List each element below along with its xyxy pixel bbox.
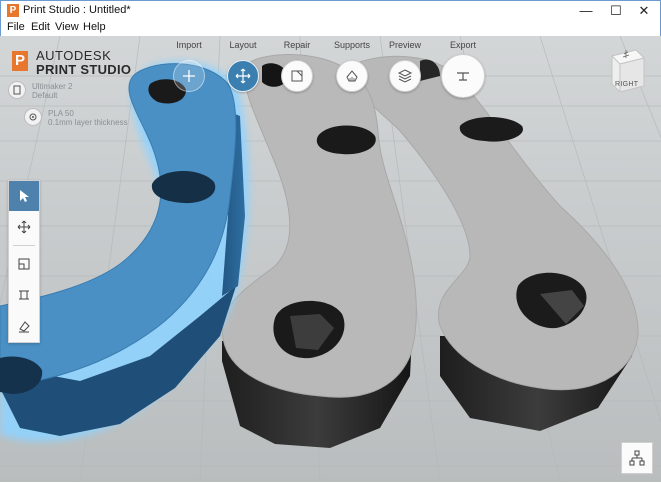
preview-button[interactable] <box>389 60 421 92</box>
move-icon <box>235 68 251 84</box>
brand-product: PRINT STUDIO <box>36 62 132 77</box>
print-settings-button[interactable] <box>24 108 42 126</box>
brand-company: AUTODESK <box>36 48 112 63</box>
scale-icon <box>18 258 30 270</box>
app-icon: P <box>7 4 19 17</box>
supports-icon <box>346 70 358 82</box>
3d-viewport[interactable]: P AUTODESK PRINT STUDIO Import Layout Re… <box>0 36 661 482</box>
minimize-button[interactable]: — <box>569 1 603 21</box>
gear-icon <box>29 113 37 121</box>
menu-bar: File Edit View Help <box>0 20 661 36</box>
place-on-face-tool[interactable] <box>9 311 39 341</box>
brand-logo: P <box>12 51 28 71</box>
tool-palette <box>8 180 40 343</box>
layout-button[interactable] <box>227 60 259 92</box>
plus-icon <box>183 70 195 82</box>
close-button[interactable]: ✕ <box>627 1 661 21</box>
scene-canvas[interactable] <box>0 36 661 482</box>
supports-button[interactable] <box>336 60 368 92</box>
view-cube[interactable]: RIGHT <box>606 44 646 97</box>
export-icon <box>457 72 469 81</box>
select-tool[interactable] <box>9 181 39 211</box>
menu-view[interactable]: View <box>55 21 79 33</box>
repair-button[interactable] <box>281 60 313 92</box>
place-on-face-icon <box>19 321 30 333</box>
repair-icon <box>291 70 303 82</box>
scale-tool[interactable] <box>9 249 39 279</box>
align-icon <box>19 290 29 300</box>
cursor-icon <box>20 190 29 202</box>
printer-selector[interactable] <box>8 81 26 99</box>
menu-file[interactable]: File <box>7 21 25 33</box>
printer-profile: Default <box>32 91 58 100</box>
window-title: Print Studio : Untitled* <box>23 4 131 16</box>
layers-icon <box>397 69 413 83</box>
import-button[interactable] <box>173 60 205 92</box>
move-arrows-icon <box>17 220 31 234</box>
printer-name: Ultimaker 2 <box>32 82 73 91</box>
material-name: PLA 50 <box>48 109 74 118</box>
menu-help[interactable]: Help <box>83 21 106 33</box>
layer-thickness: 0.1mm layer thickness <box>48 118 128 127</box>
title-bar: P Print Studio : Untitled* — ☐ ✕ <box>0 0 661 20</box>
tool-divider <box>13 245 35 246</box>
menu-edit[interactable]: Edit <box>31 21 50 33</box>
align-tool[interactable] <box>9 280 39 310</box>
hierarchy-icon <box>629 450 645 466</box>
workflow-label-export: Export <box>449 40 476 50</box>
move-tool[interactable] <box>9 212 39 242</box>
printer-icon <box>13 85 21 95</box>
view-cube-face-label: RIGHT <box>615 81 639 88</box>
object-tree-button[interactable] <box>621 442 653 474</box>
export-button[interactable] <box>441 54 485 98</box>
